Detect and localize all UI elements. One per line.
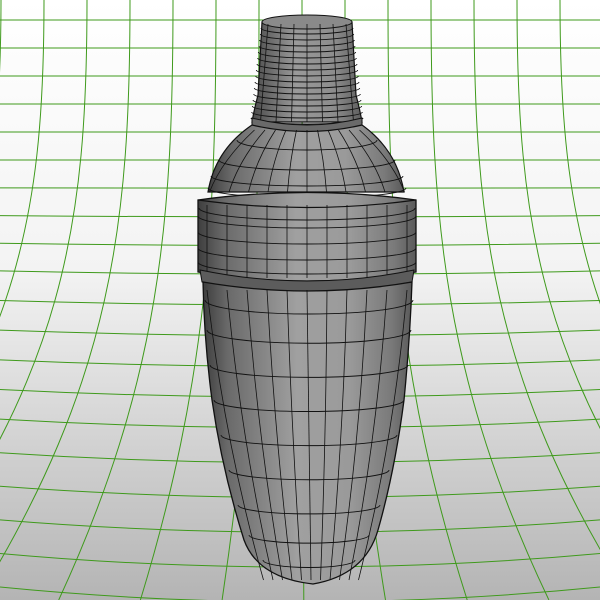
viewport-canvas [0,0,600,600]
3d-viewport[interactable] [0,0,600,600]
